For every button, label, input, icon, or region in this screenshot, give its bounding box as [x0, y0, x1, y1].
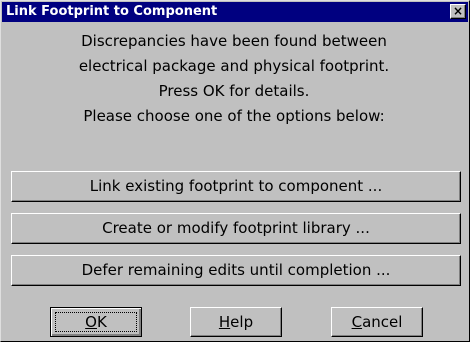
defer-edits-button[interactable]: Defer remaining edits until completion .… — [11, 255, 461, 286]
message-line: Please choose one of the options below: — [83, 107, 385, 125]
message-line: Press OK for details. — [158, 82, 310, 100]
message-line: Discrepancies have been found between — [81, 32, 387, 50]
cancel-label-rest: ancel — [362, 313, 403, 331]
cancel-mnemonic: C — [351, 313, 363, 331]
defer-edits-label: Defer remaining edits until completion .… — [81, 261, 391, 279]
title-bar: Link Footprint to Component × — [2, 2, 468, 22]
cancel-button[interactable]: Cancel — [331, 307, 423, 337]
help-button-label: Help — [219, 313, 253, 331]
cancel-button-label: Cancel — [352, 313, 403, 331]
link-footprint-dialog: Link Footprint to Component × Discrepanc… — [0, 0, 470, 342]
close-button[interactable]: × — [450, 4, 466, 19]
help-mnemonic: H — [218, 313, 231, 331]
close-icon: × — [452, 4, 464, 18]
link-existing-footprint-button[interactable]: Link existing footprint to component ... — [11, 171, 461, 202]
create-modify-library-label: Create or modify footprint library ... — [102, 219, 370, 237]
create-modify-library-button[interactable]: Create or modify footprint library ... — [11, 213, 461, 244]
message-line: electrical package and physical footprin… — [78, 57, 390, 75]
help-label-rest: elp — [230, 313, 254, 331]
message-text: Discrepancies have been found between el… — [1, 29, 467, 129]
ok-button[interactable]: OK — [50, 307, 142, 337]
dialog-title: Link Footprint to Component — [6, 4, 218, 19]
ok-label-rest: K — [96, 313, 107, 331]
help-button[interactable]: Help — [190, 307, 282, 337]
link-existing-footprint-label: Link existing footprint to component ... — [89, 177, 383, 195]
ok-button-label: OK — [85, 313, 107, 331]
ok-mnemonic: O — [85, 313, 97, 331]
